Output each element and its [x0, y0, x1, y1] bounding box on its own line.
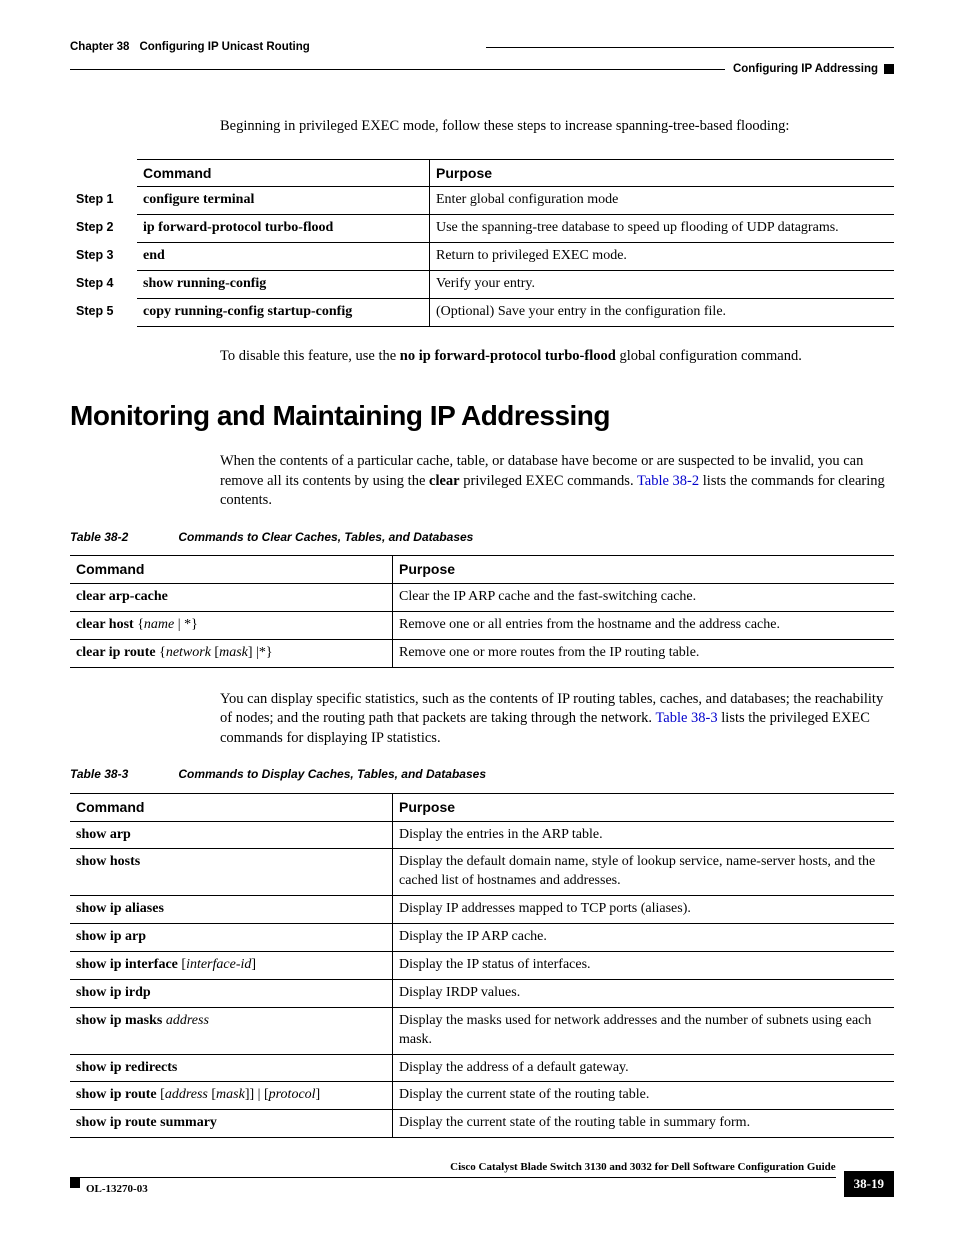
steps-th-purpose: Purpose — [430, 159, 895, 187]
table-38-2: Command Purpose clear arp-cache Clear th… — [70, 555, 894, 668]
step-label: Step 1 — [70, 187, 137, 215]
page-footer: Cisco Catalyst Blade Switch 3130 and 303… — [70, 1160, 894, 1197]
t2-purpose: Remove one or all entries from the hostn… — [393, 611, 895, 639]
chapter-title: Configuring IP Unicast Routing — [139, 40, 309, 56]
t3-purpose: Display the entries in the ARP table. — [393, 821, 895, 849]
section-heading: Monitoring and Maintaining IP Addressing — [70, 397, 894, 435]
t3-purpose: Display the default domain name, style o… — [393, 849, 895, 896]
t2-cmd: clear host {name | *} — [70, 611, 393, 639]
steps-th-command: Command — [137, 159, 430, 187]
t3-cmd: show ip irdp — [70, 979, 393, 1007]
footer-marker-icon — [70, 1178, 80, 1188]
step-purpose: Enter global configuration mode — [430, 187, 895, 215]
step-purpose: Use the spanning-tree database to speed … — [430, 215, 895, 243]
t2-cmd: clear ip route {network [mask] |*} — [70, 639, 393, 667]
steps-table: Command Purpose Step 1 configure termina… — [70, 159, 894, 327]
t3-cmd: show ip redirects — [70, 1054, 393, 1082]
t2-purpose: Clear the IP ARP cache and the fast-swit… — [393, 584, 895, 612]
t3-th-purpose: Purpose — [393, 793, 895, 821]
t3-cmd: show hosts — [70, 849, 393, 896]
step-label: Step 3 — [70, 243, 137, 271]
step-purpose: Return to privileged EXEC mode. — [430, 243, 895, 271]
para-clear-intro: When the contents of a particular cache,… — [220, 452, 894, 511]
table3-caption: Table 38-3 Commands to Display Caches, T… — [70, 766, 894, 782]
table-38-3: Command Purpose show arp Display the ent… — [70, 793, 894, 1139]
t2-th-purpose: Purpose — [393, 556, 895, 584]
footer-doc-number: OL-13270-03 — [86, 1182, 148, 1197]
step-command: ip forward-protocol turbo-flood — [137, 215, 430, 243]
step-command: configure terminal — [137, 187, 430, 215]
step-purpose: Verify your entry. — [430, 271, 895, 299]
t3-purpose: Display the masks used for network addre… — [393, 1007, 895, 1054]
t3-purpose: Display the current state of the routing… — [393, 1110, 895, 1138]
t3-purpose: Display the IP status of interfaces. — [393, 951, 895, 979]
t3-purpose: Display the address of a default gateway… — [393, 1054, 895, 1082]
t3-th-command: Command — [70, 793, 393, 821]
step-label: Step 4 — [70, 271, 137, 299]
t3-purpose: Display IRDP values. — [393, 979, 895, 1007]
para-display-intro: You can display specific statistics, suc… — [220, 690, 894, 749]
intro-paragraph: Beginning in privileged EXEC mode, follo… — [220, 117, 894, 137]
step-command: copy running-config startup-config — [137, 299, 430, 327]
t3-cmd: show ip route [address [mask]] | [protoc… — [70, 1082, 393, 1110]
step-command: end — [137, 243, 430, 271]
running-header-left: Chapter 38 Configuring IP Unicast Routin… — [70, 40, 894, 56]
page-number: 38-19 — [844, 1171, 894, 1197]
running-header-right: Configuring IP Addressing — [70, 62, 894, 78]
disable-note: To disable this feature, use the no ip f… — [220, 347, 894, 367]
section-label: Configuring IP Addressing — [733, 62, 878, 78]
table-link[interactable]: Table 38-2 — [637, 473, 699, 489]
t3-purpose: Display the IP ARP cache. — [393, 924, 895, 952]
t3-cmd: show ip masks address — [70, 1007, 393, 1054]
t3-cmd: show ip interface [interface-id] — [70, 951, 393, 979]
chapter-label: Chapter 38 — [70, 40, 129, 56]
t3-cmd: show ip aliases — [70, 896, 393, 924]
step-label: Step 2 — [70, 215, 137, 243]
t3-cmd: show ip arp — [70, 924, 393, 952]
step-label: Step 5 — [70, 299, 137, 327]
step-purpose: (Optional) Save your entry in the config… — [430, 299, 895, 327]
header-marker-icon — [884, 64, 894, 74]
t3-cmd: show ip route summary — [70, 1110, 393, 1138]
t2-purpose: Remove one or more routes from the IP ro… — [393, 639, 895, 667]
table2-caption: Table 38-2 Commands to Clear Caches, Tab… — [70, 529, 894, 545]
t3-cmd: show arp — [70, 821, 393, 849]
t2-cmd: clear arp-cache — [70, 584, 393, 612]
table-link[interactable]: Table 38-3 — [655, 710, 717, 726]
t3-purpose: Display IP addresses mapped to TCP ports… — [393, 896, 895, 924]
t3-purpose: Display the current state of the routing… — [393, 1082, 895, 1110]
step-command: show running-config — [137, 271, 430, 299]
footer-guide-title: Cisco Catalyst Blade Switch 3130 and 303… — [70, 1160, 836, 1175]
t2-th-command: Command — [70, 556, 393, 584]
